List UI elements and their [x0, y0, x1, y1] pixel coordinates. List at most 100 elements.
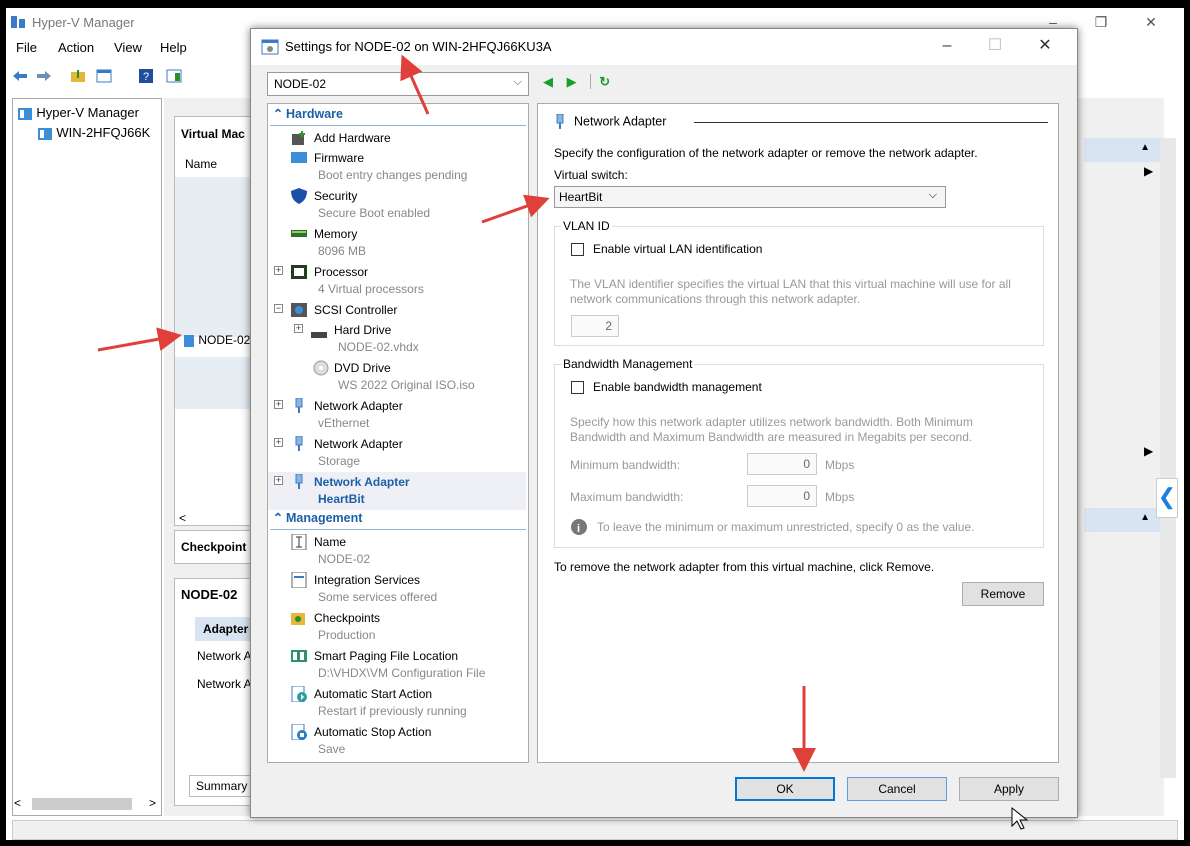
- dvd-icon: [313, 360, 329, 376]
- dialog-minimize-button[interactable]: –: [927, 35, 967, 59]
- auto-stop-icon: [291, 724, 307, 740]
- submenu-arrow-icon-2[interactable]: ▶: [1144, 444, 1153, 458]
- mgmt-checkpoints[interactable]: Checkpoints Production: [268, 608, 526, 644]
- remove-button[interactable]: Remove: [962, 582, 1044, 606]
- mgmt-smart-paging[interactable]: Smart Paging File Location D:\VHDX\VM Co…: [268, 646, 526, 682]
- hard-drive-icon: [311, 332, 327, 338]
- bandwidth-group: Bandwidth Management Enable bandwidth ma…: [554, 357, 1044, 548]
- vm-row-node02[interactable]: NODE-02: [183, 333, 250, 348]
- dialog-maximize-button[interactable]: ☐: [975, 35, 1015, 59]
- ok-button[interactable]: OK: [735, 777, 835, 801]
- scroll-left-icon[interactable]: <: [179, 511, 186, 525]
- integration-services-icon: [291, 572, 307, 588]
- main-title: Hyper-V Manager: [32, 15, 135, 30]
- blurred-vm-rows-2: [175, 357, 261, 409]
- expand-icon[interactable]: +: [274, 400, 283, 409]
- management-section-header[interactable]: ⌃ Management: [270, 510, 526, 530]
- apply-button[interactable]: Apply: [959, 777, 1059, 801]
- dialog-close-button[interactable]: ✕: [1025, 35, 1065, 59]
- expand-icon[interactable]: +: [294, 324, 303, 333]
- refresh-icon[interactable]: ↻: [590, 74, 611, 89]
- svg-text:i: i: [577, 523, 580, 535]
- max-bandwidth-field[interactable]: 0: [747, 485, 817, 507]
- server-manager-icon: [18, 107, 32, 120]
- menu-help[interactable]: Help: [160, 40, 187, 55]
- expand-icon[interactable]: +: [274, 266, 283, 275]
- cancel-button[interactable]: Cancel: [847, 777, 947, 801]
- hw-network-adapter-storage[interactable]: + Network Adapter Storage: [268, 434, 526, 470]
- svg-text:?: ?: [143, 71, 149, 83]
- status-bar: [12, 820, 1178, 840]
- server-icon: [38, 127, 52, 140]
- bandwidth-checkbox[interactable]: [571, 381, 584, 394]
- settings-dialog: Settings for NODE-02 on WIN-2HFQJ66KU3A …: [250, 28, 1078, 818]
- tree-hscroll[interactable]: < >: [14, 796, 162, 812]
- mgmt-auto-start[interactable]: Automatic Start Action Restart if previo…: [268, 684, 526, 720]
- hw-security[interactable]: Security Secure Boot enabled: [268, 186, 526, 222]
- close-button[interactable]: ✕: [1136, 12, 1166, 34]
- min-bandwidth-field[interactable]: 0: [747, 453, 817, 475]
- hw-dvd-drive[interactable]: DVD Drive WS 2022 Original ISO.iso: [268, 358, 526, 394]
- add-hardware-icon: [292, 131, 305, 145]
- intro-text: Specify the configuration of the network…: [554, 146, 978, 160]
- nav-buttons: ◀ ▶ ↻: [543, 74, 611, 90]
- show-console-icon[interactable]: [94, 66, 114, 86]
- collapse-up-icon-2[interactable]: ▲: [1140, 512, 1150, 523]
- vlan-id-field[interactable]: 2: [571, 315, 619, 337]
- mgmt-auto-stop[interactable]: Automatic Stop Action Save: [268, 722, 526, 758]
- network-adapter-icon: [295, 436, 303, 451]
- checkpoints-header: Checkpoint: [174, 530, 260, 564]
- hw-processor[interactable]: + Processor 4 Virtual processors: [268, 262, 526, 298]
- actions-header: ▲: [1084, 138, 1164, 162]
- processor-icon: [291, 265, 307, 279]
- hw-firmware[interactable]: Firmware Boot entry changes pending: [268, 148, 526, 184]
- hw-hard-drive[interactable]: + Hard Drive NODE-02.vhdx: [268, 320, 526, 356]
- collapse-icon[interactable]: −: [274, 304, 283, 313]
- vm-selector[interactable]: NODE-02 ⌵: [267, 72, 529, 96]
- vlan-group: VLAN ID Enable virtual LAN identificatio…: [554, 219, 1044, 346]
- checkpoints-icon: [291, 613, 305, 625]
- hw-memory[interactable]: Memory 8096 MB: [268, 224, 526, 260]
- expand-icon[interactable]: +: [274, 476, 283, 485]
- details-panel: NODE-02 Adapter Network Ad Network Ad Su…: [174, 578, 261, 806]
- settings-icon: [261, 39, 279, 55]
- folder-up-icon[interactable]: [68, 66, 88, 86]
- expand-icon[interactable]: +: [274, 438, 283, 447]
- mgmt-integration-services[interactable]: Integration Services Some services offer…: [268, 570, 526, 606]
- tree-host[interactable]: WIN-2HFQJ66K: [37, 125, 150, 141]
- virtual-switch-select[interactable]: HeartBit ⌵: [554, 186, 946, 208]
- previous-icon[interactable]: ◀: [543, 74, 553, 89]
- next-icon[interactable]: ▶: [567, 74, 577, 89]
- forward-icon[interactable]: [34, 66, 54, 86]
- info-icon: i: [571, 519, 587, 535]
- dialog-title: Settings for NODE-02 on WIN-2HFQJ66KU3A: [285, 39, 552, 54]
- actions-scrollbar[interactable]: [1160, 138, 1176, 778]
- tree-root[interactable]: Hyper-V Manager: [17, 105, 139, 121]
- smart-paging-icon: [291, 650, 307, 662]
- help-icon[interactable]: ?: [136, 66, 156, 86]
- network-adapter-icon: [556, 113, 564, 129]
- back-icon[interactable]: [10, 66, 30, 86]
- restore-button[interactable]: ❐: [1086, 12, 1116, 34]
- submenu-arrow-icon[interactable]: ▶: [1144, 164, 1153, 178]
- vm-list: Virtual Mac Name NODE-02 <: [174, 116, 261, 526]
- actions-header-2: ▲: [1084, 508, 1164, 532]
- remove-text: To remove the network adapter from this …: [554, 560, 935, 574]
- summary-tab[interactable]: Summary: [189, 775, 255, 797]
- shield-icon: [291, 188, 307, 204]
- blurred-vm-rows: [175, 177, 261, 337]
- action-pane-icon[interactable]: [164, 66, 184, 86]
- vlan-checkbox[interactable]: [571, 243, 584, 256]
- chevron-down-icon: ⌵: [928, 189, 937, 201]
- collapse-pane-icon[interactable]: ❮: [1156, 478, 1178, 518]
- menu-view[interactable]: View: [114, 40, 142, 55]
- chevron-down-icon: ⌵: [513, 76, 522, 88]
- hardware-section-header[interactable]: ⌃ Hardware: [270, 106, 526, 126]
- menu-file[interactable]: File: [16, 40, 37, 55]
- menu-action[interactable]: Action: [58, 40, 94, 55]
- mgmt-name[interactable]: Name NODE-02: [268, 532, 526, 568]
- network-adapter-panel: Network Adapter Specify the configuratio…: [537, 103, 1059, 763]
- collapse-up-icon[interactable]: ▲: [1140, 142, 1150, 153]
- hw-network-adapter-vethernet[interactable]: + Network Adapter vEthernet: [268, 396, 526, 432]
- hw-network-adapter-heartbit[interactable]: + Network Adapter HeartBit: [268, 472, 526, 510]
